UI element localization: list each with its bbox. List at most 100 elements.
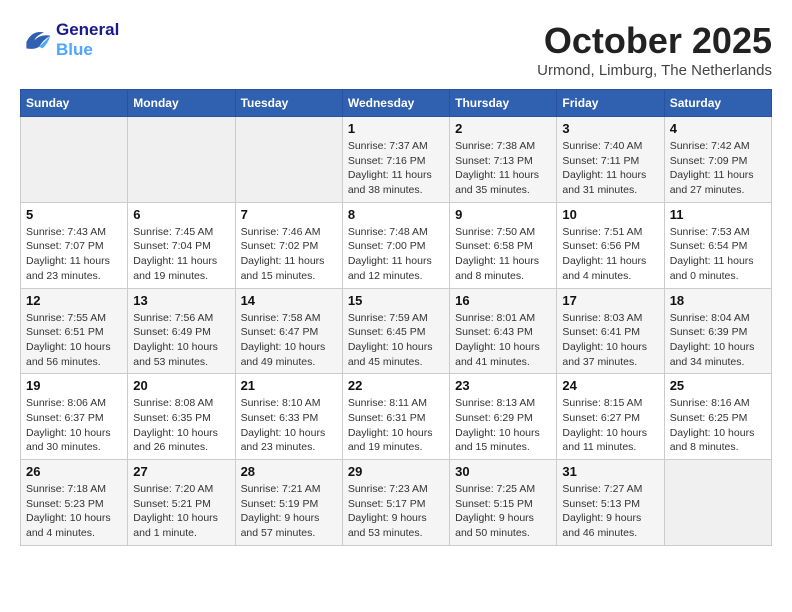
week-row-2: 5Sunrise: 7:43 AM Sunset: 7:07 PM Daylig…	[21, 202, 772, 288]
location-subtitle: Urmond, Limburg, The Netherlands	[537, 62, 772, 79]
calendar-table: SundayMondayTuesdayWednesdayThursdayFrid…	[20, 89, 772, 546]
calendar-cell: 5Sunrise: 7:43 AM Sunset: 7:07 PM Daylig…	[21, 202, 128, 288]
day-number: 25	[670, 378, 766, 393]
day-info: Sunrise: 7:20 AM Sunset: 5:21 PM Dayligh…	[133, 482, 229, 541]
title-block: October 2025 Urmond, Limburg, The Nether…	[537, 20, 772, 79]
weekday-header-row: SundayMondayTuesdayWednesdayThursdayFrid…	[21, 90, 772, 117]
day-info: Sunrise: 7:48 AM Sunset: 7:00 PM Dayligh…	[348, 225, 444, 284]
calendar-cell: 27 Sunrise: 7:20 AM Sunset: 5:21 PM Dayli…	[128, 460, 235, 546]
day-info: Sunrise: 7:18 AM Sunset: 5:23 PM Dayligh…	[26, 482, 122, 541]
calendar-cell: 23Sunrise: 8:13 AM Sunset: 6:29 PM Dayli…	[450, 374, 557, 460]
calendar-cell: 19Sunrise: 8:06 AM Sunset: 6:37 PM Dayli…	[21, 374, 128, 460]
day-number: 2	[455, 121, 551, 136]
day-number: 12	[26, 293, 122, 308]
week-row-1: 1 Sunrise: 7:37 AM Sunset: 7:16 PM Daylig…	[21, 117, 772, 203]
weekday-header-thursday: Thursday	[450, 90, 557, 117]
day-number: 21	[241, 378, 337, 393]
calendar-cell: 25 Sunrise: 8:16 AM Sunset: 6:25 PM Dayli…	[664, 374, 771, 460]
logo-icon	[20, 26, 52, 54]
calendar-cell: 24Sunrise: 8:15 AM Sunset: 6:27 PM Dayli…	[557, 374, 664, 460]
day-number: 8	[348, 207, 444, 222]
day-info: Sunrise: 7:51 AM Sunset: 6:56 PM Dayligh…	[562, 225, 658, 284]
week-row-3: 12 Sunrise: 7:55 AM Sunset: 6:51 PM Dayli…	[21, 288, 772, 374]
day-info: Sunrise: 7:46 AM Sunset: 7:02 PM Dayligh…	[241, 225, 337, 284]
day-number: 28	[241, 464, 337, 479]
day-number: 26	[26, 464, 122, 479]
calendar-cell: 1 Sunrise: 7:37 AM Sunset: 7:16 PM Daylig…	[342, 117, 449, 203]
weekday-header-monday: Monday	[128, 90, 235, 117]
calendar-cell: 26 Sunrise: 7:18 AM Sunset: 5:23 PM Dayli…	[21, 460, 128, 546]
day-number: 19	[26, 378, 122, 393]
calendar-cell: 11 Sunrise: 7:53 AM Sunset: 6:54 PM Dayli…	[664, 202, 771, 288]
weekday-header-sunday: Sunday	[21, 90, 128, 117]
calendar-cell: 13 Sunrise: 7:56 AM Sunset: 6:49 PM Dayli…	[128, 288, 235, 374]
weekday-header-wednesday: Wednesday	[342, 90, 449, 117]
day-info: Sunrise: 7:55 AM Sunset: 6:51 PM Dayligh…	[26, 311, 122, 370]
logo-text: General Blue	[56, 20, 119, 60]
weekday-header-friday: Friday	[557, 90, 664, 117]
day-number: 23	[455, 378, 551, 393]
day-number: 14	[241, 293, 337, 308]
calendar-cell: 7 Sunrise: 7:46 AM Sunset: 7:02 PM Daylig…	[235, 202, 342, 288]
week-row-5: 26 Sunrise: 7:18 AM Sunset: 5:23 PM Dayli…	[21, 460, 772, 546]
day-info: Sunrise: 8:01 AM Sunset: 6:43 PM Dayligh…	[455, 311, 551, 370]
day-info: Sunrise: 7:38 AM Sunset: 7:13 PM Dayligh…	[455, 139, 551, 198]
calendar-cell: 8 Sunrise: 7:48 AM Sunset: 7:00 PM Daylig…	[342, 202, 449, 288]
day-info: Sunrise: 7:42 AM Sunset: 7:09 PM Dayligh…	[670, 139, 766, 198]
day-number: 1	[348, 121, 444, 136]
calendar-cell: 30Sunrise: 7:25 AM Sunset: 5:15 PM Dayli…	[450, 460, 557, 546]
calendar-cell: 2 Sunrise: 7:38 AM Sunset: 7:13 PM Daylig…	[450, 117, 557, 203]
day-number: 13	[133, 293, 229, 308]
calendar-cell: 10Sunrise: 7:51 AM Sunset: 6:56 PM Dayli…	[557, 202, 664, 288]
calendar-cell: 16Sunrise: 8:01 AM Sunset: 6:43 PM Dayli…	[450, 288, 557, 374]
day-info: Sunrise: 7:59 AM Sunset: 6:45 PM Dayligh…	[348, 311, 444, 370]
calendar-cell: 22 Sunrise: 8:11 AM Sunset: 6:31 PM Dayli…	[342, 374, 449, 460]
calendar-cell	[128, 117, 235, 203]
weekday-header-saturday: Saturday	[664, 90, 771, 117]
calendar-cell: 29 Sunrise: 7:23 AM Sunset: 5:17 PM Dayli…	[342, 460, 449, 546]
logo: General Blue	[20, 20, 119, 60]
day-info: Sunrise: 7:40 AM Sunset: 7:11 PM Dayligh…	[562, 139, 658, 198]
calendar-cell: 20Sunrise: 8:08 AM Sunset: 6:35 PM Dayli…	[128, 374, 235, 460]
day-number: 11	[670, 207, 766, 222]
day-number: 31	[562, 464, 658, 479]
calendar-cell: 4 Sunrise: 7:42 AM Sunset: 7:09 PM Daylig…	[664, 117, 771, 203]
day-number: 9	[455, 207, 551, 222]
calendar-cell: 18Sunrise: 8:04 AM Sunset: 6:39 PM Dayli…	[664, 288, 771, 374]
day-number: 3	[562, 121, 658, 136]
day-number: 18	[670, 293, 766, 308]
day-info: Sunrise: 8:16 AM Sunset: 6:25 PM Dayligh…	[670, 396, 766, 455]
day-info: Sunrise: 7:37 AM Sunset: 7:16 PM Dayligh…	[348, 139, 444, 198]
day-info: Sunrise: 7:25 AM Sunset: 5:15 PM Dayligh…	[455, 482, 551, 541]
day-info: Sunrise: 8:08 AM Sunset: 6:35 PM Dayligh…	[133, 396, 229, 455]
day-info: Sunrise: 8:03 AM Sunset: 6:41 PM Dayligh…	[562, 311, 658, 370]
day-info: Sunrise: 7:27 AM Sunset: 5:13 PM Dayligh…	[562, 482, 658, 541]
calendar-cell: 17Sunrise: 8:03 AM Sunset: 6:41 PM Dayli…	[557, 288, 664, 374]
day-info: Sunrise: 7:58 AM Sunset: 6:47 PM Dayligh…	[241, 311, 337, 370]
day-info: Sunrise: 7:56 AM Sunset: 6:49 PM Dayligh…	[133, 311, 229, 370]
calendar-cell	[664, 460, 771, 546]
day-info: Sunrise: 7:21 AM Sunset: 5:19 PM Dayligh…	[241, 482, 337, 541]
day-number: 27	[133, 464, 229, 479]
calendar-cell: 9 Sunrise: 7:50 AM Sunset: 6:58 PM Daylig…	[450, 202, 557, 288]
calendar-cell: 15 Sunrise: 7:59 AM Sunset: 6:45 PM Dayli…	[342, 288, 449, 374]
calendar-cell	[235, 117, 342, 203]
day-info: Sunrise: 7:45 AM Sunset: 7:04 PM Dayligh…	[133, 225, 229, 284]
calendar-cell: 14 Sunrise: 7:58 AM Sunset: 6:47 PM Dayli…	[235, 288, 342, 374]
day-number: 15	[348, 293, 444, 308]
day-number: 22	[348, 378, 444, 393]
page-header: General Blue October 2025 Urmond, Limbur…	[20, 20, 772, 79]
calendar-cell: 3 Sunrise: 7:40 AM Sunset: 7:11 PM Daylig…	[557, 117, 664, 203]
day-info: Sunrise: 7:23 AM Sunset: 5:17 PM Dayligh…	[348, 482, 444, 541]
day-number: 7	[241, 207, 337, 222]
day-number: 4	[670, 121, 766, 136]
day-info: Sunrise: 7:53 AM Sunset: 6:54 PM Dayligh…	[670, 225, 766, 284]
day-info: Sunrise: 7:50 AM Sunset: 6:58 PM Dayligh…	[455, 225, 551, 284]
calendar-cell: 28 Sunrise: 7:21 AM Sunset: 5:19 PM Dayli…	[235, 460, 342, 546]
day-info: Sunrise: 8:11 AM Sunset: 6:31 PM Dayligh…	[348, 396, 444, 455]
day-number: 29	[348, 464, 444, 479]
calendar-cell: 31 Sunrise: 7:27 AM Sunset: 5:13 PM Dayli…	[557, 460, 664, 546]
day-info: Sunrise: 8:15 AM Sunset: 6:27 PM Dayligh…	[562, 396, 658, 455]
week-row-4: 19Sunrise: 8:06 AM Sunset: 6:37 PM Dayli…	[21, 374, 772, 460]
weekday-header-tuesday: Tuesday	[235, 90, 342, 117]
